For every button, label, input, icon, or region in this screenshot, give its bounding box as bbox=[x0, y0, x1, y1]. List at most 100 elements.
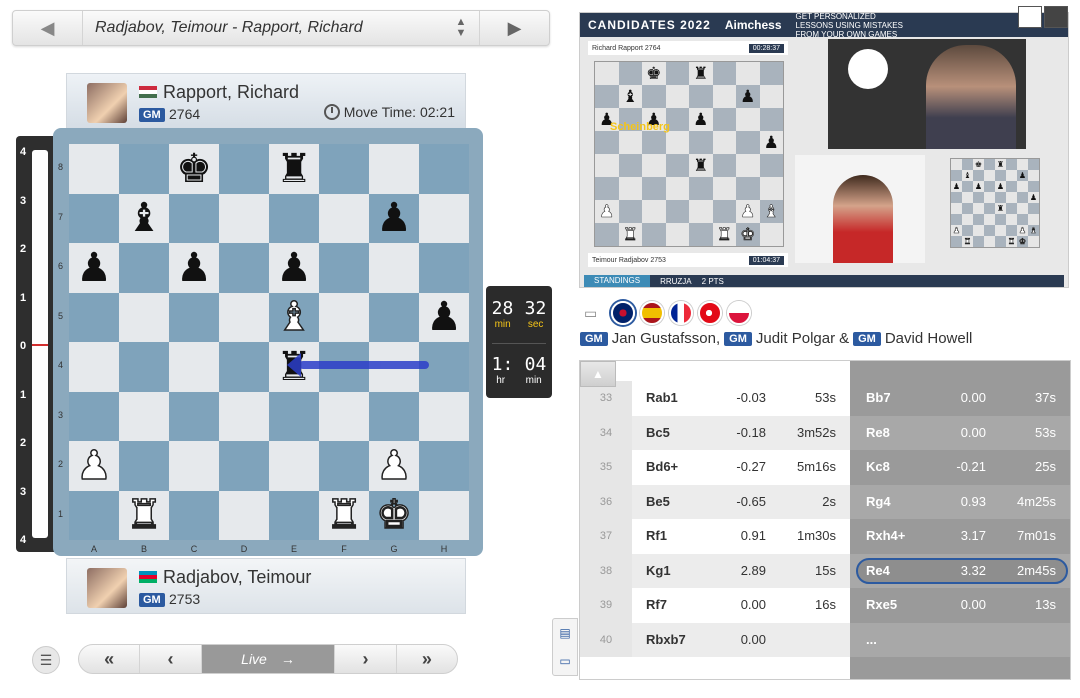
black-move[interactable]: Bb7 bbox=[866, 381, 891, 416]
black-pawn-icon[interactable]: ♟ bbox=[376, 198, 412, 238]
square-a5[interactable] bbox=[69, 292, 119, 342]
white-rook-icon[interactable]: ♜ bbox=[325, 495, 362, 537]
square-e1[interactable] bbox=[269, 490, 319, 540]
game-dropdown-icon[interactable]: ▲ ▼ bbox=[451, 17, 471, 41]
black-rook-icon[interactable]: ♜ bbox=[276, 149, 312, 189]
square-h5[interactable]: ♟ bbox=[419, 292, 469, 342]
menu-button[interactable]: ☰ bbox=[32, 646, 60, 674]
black-pawn-icon[interactable]: ♟ bbox=[276, 248, 312, 288]
square-c4[interactable] bbox=[169, 342, 219, 392]
square-b7[interactable]: ♝ bbox=[119, 193, 169, 243]
square-c1[interactable] bbox=[169, 490, 219, 540]
square-d3[interactable] bbox=[219, 391, 269, 441]
square-f2[interactable] bbox=[319, 441, 369, 491]
spanish-flag-icon[interactable] bbox=[640, 301, 664, 325]
square-f8[interactable] bbox=[319, 144, 369, 194]
square-e3[interactable] bbox=[269, 391, 319, 441]
white-move[interactable]: Be5 bbox=[646, 485, 670, 520]
square-d8[interactable] bbox=[219, 144, 269, 194]
broadcast-video[interactable]: CANDIDATES 2022 Aimchess GET PERSONALIZE… bbox=[579, 12, 1069, 288]
black-pawn-icon[interactable]: ♟ bbox=[76, 248, 112, 288]
turkish-flag-icon[interactable] bbox=[698, 301, 722, 325]
square-f6[interactable] bbox=[319, 243, 369, 293]
black-bishop-icon[interactable]: ♝ bbox=[126, 198, 162, 238]
live-button[interactable]: Live → bbox=[201, 645, 336, 673]
black-move[interactable]: Kc8 bbox=[866, 450, 890, 485]
last-move-button[interactable]: » bbox=[397, 645, 457, 673]
black-move[interactable]: Rxe5 bbox=[866, 588, 897, 623]
move-list[interactable]: 33 Rab1 -0.03 53s Bb7 0.00 37s 34 Bc5 -0.18 3m52s R… bbox=[579, 360, 1071, 680]
white-move[interactable]: Bc5 bbox=[646, 416, 670, 451]
next-game-button[interactable]: ▶ bbox=[479, 11, 549, 45]
square-f5[interactable] bbox=[319, 292, 369, 342]
square-c5[interactable] bbox=[169, 292, 219, 342]
square-a2[interactable]: ♟ bbox=[69, 441, 119, 491]
white-bishop-icon[interactable]: ♝ bbox=[275, 297, 312, 339]
square-c6[interactable]: ♟ bbox=[169, 243, 219, 293]
scroll-up-button[interactable]: ▲ bbox=[580, 361, 616, 387]
square-d6[interactable] bbox=[219, 243, 269, 293]
white-move[interactable]: Bd6+ bbox=[646, 450, 678, 485]
square-a3[interactable] bbox=[69, 391, 119, 441]
white-move[interactable]: Rbxb7 bbox=[646, 623, 686, 658]
square-b2[interactable] bbox=[119, 441, 169, 491]
next-move-button[interactable]: › bbox=[335, 645, 397, 673]
square-h6[interactable] bbox=[419, 243, 469, 293]
square-e6[interactable]: ♟ bbox=[269, 243, 319, 293]
chess-board[interactable]: ♚♜♝♟♟♟♟♝♟♜♟♟♜♜♚ bbox=[69, 144, 469, 540]
white-move[interactable]: Rab1 bbox=[646, 381, 678, 416]
square-g3[interactable] bbox=[369, 391, 419, 441]
camera-icon[interactable]: ▭ bbox=[553, 647, 577, 675]
black-pawn-icon[interactable]: ♟ bbox=[176, 248, 212, 288]
square-b8[interactable] bbox=[119, 144, 169, 194]
square-g1[interactable]: ♚ bbox=[369, 490, 419, 540]
fullscreen-toggle-icon[interactable] bbox=[1044, 6, 1068, 28]
square-f1[interactable]: ♜ bbox=[319, 490, 369, 540]
square-g6[interactable] bbox=[369, 243, 419, 293]
square-a4[interactable] bbox=[69, 342, 119, 392]
square-c2[interactable] bbox=[169, 441, 219, 491]
square-g8[interactable] bbox=[369, 144, 419, 194]
white-move[interactable]: Rf7 bbox=[646, 588, 667, 623]
square-e8[interactable]: ♜ bbox=[269, 144, 319, 194]
square-c7[interactable] bbox=[169, 193, 219, 243]
square-c3[interactable] bbox=[169, 391, 219, 441]
square-g2[interactable]: ♟ bbox=[369, 441, 419, 491]
polish-flag-icon[interactable] bbox=[727, 301, 751, 325]
square-h2[interactable] bbox=[419, 441, 469, 491]
notation-icon[interactable]: ▤ bbox=[553, 619, 577, 647]
white-move[interactable]: Rf1 bbox=[646, 519, 667, 554]
square-d2[interactable] bbox=[219, 441, 269, 491]
white-rook-icon[interactable]: ♜ bbox=[125, 495, 162, 537]
square-b4[interactable] bbox=[119, 342, 169, 392]
square-h1[interactable] bbox=[419, 490, 469, 540]
square-a8[interactable] bbox=[69, 144, 119, 194]
square-b1[interactable]: ♜ bbox=[119, 490, 169, 540]
white-pawn-icon[interactable]: ♟ bbox=[375, 445, 412, 487]
english-flag-icon[interactable] bbox=[611, 301, 635, 325]
black-king-icon[interactable]: ♚ bbox=[176, 149, 212, 189]
square-d7[interactable] bbox=[219, 193, 269, 243]
square-c8[interactable]: ♚ bbox=[169, 144, 219, 194]
square-b6[interactable] bbox=[119, 243, 169, 293]
square-d5[interactable] bbox=[219, 292, 269, 342]
previous-move-button[interactable]: ‹ bbox=[140, 645, 202, 673]
black-pawn-icon[interactable]: ♟ bbox=[426, 297, 462, 337]
white-pawn-icon[interactable]: ♟ bbox=[75, 445, 112, 487]
square-a7[interactable] bbox=[69, 193, 119, 243]
square-g7[interactable]: ♟ bbox=[369, 193, 419, 243]
square-g5[interactable] bbox=[369, 292, 419, 342]
square-d4[interactable] bbox=[219, 342, 269, 392]
square-e7[interactable] bbox=[269, 193, 319, 243]
previous-game-button[interactable]: ◀ bbox=[13, 11, 83, 45]
square-a6[interactable]: ♟ bbox=[69, 243, 119, 293]
square-b5[interactable] bbox=[119, 292, 169, 342]
square-b3[interactable] bbox=[119, 391, 169, 441]
layout-toggle-icon[interactable] bbox=[1018, 6, 1042, 28]
square-a1[interactable] bbox=[69, 490, 119, 540]
square-d1[interactable] bbox=[219, 490, 269, 540]
white-move[interactable]: Kg1 bbox=[646, 554, 671, 589]
first-move-button[interactable]: « bbox=[79, 645, 141, 673]
camera-icon[interactable]: ▭ bbox=[584, 305, 606, 321]
square-h8[interactable] bbox=[419, 144, 469, 194]
